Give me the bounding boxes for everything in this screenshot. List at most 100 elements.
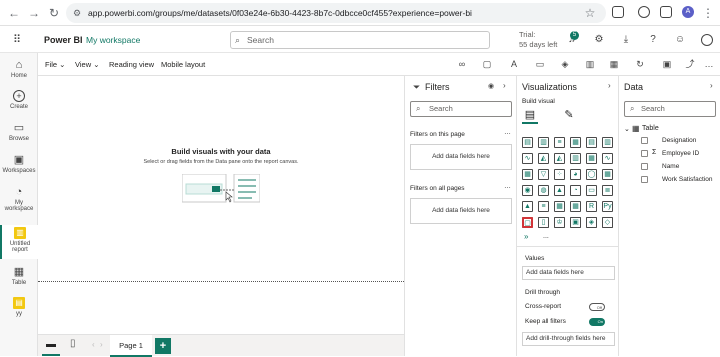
add-page-button[interactable]: + [155,338,171,354]
stacked-column-visual-icon[interactable]: ▥ [538,137,549,148]
100-column-visual-icon[interactable]: ▥ [602,137,613,148]
back-icon[interactable]: ← [6,5,22,21]
help-icon[interactable]: ? [647,34,659,46]
nav-my-workspace[interactable]: ◔ My workspace [0,186,38,212]
filters-search-input[interactable]: ⌕ Search [410,101,512,117]
pie-visual-icon[interactable]: ◕ [570,169,581,180]
matrix-visual-icon[interactable]: ▦ [570,201,581,212]
page-filters-dropzone[interactable]: Add data fields here [410,144,512,170]
r-visual-visual-icon[interactable]: R [586,201,597,212]
collapse-filters-icon[interactable]: › [503,81,506,90]
page-next-icon[interactable]: › [100,340,103,349]
azure-map-visual-icon[interactable]: ▲ [554,185,565,196]
brand-name[interactable]: Power BI [44,35,83,45]
more-options-icon[interactable]: … [703,58,715,70]
nav-browse[interactable]: ▭ Browse [0,122,38,142]
metrics-visual-icon[interactable]: ◈ [586,217,597,228]
buttons-icon[interactable]: ▭ [534,58,546,70]
view-menu[interactable]: View ⌄ [75,60,100,69]
comment-icon[interactable]: ▢ [481,58,493,70]
tab-icon[interactable] [660,6,672,18]
nav-workspaces[interactable]: ▣ Workspaces [0,154,38,174]
nav-home[interactable]: ⌂ Home [0,59,38,79]
multi-row-card-visual-icon[interactable]: ≣ [602,185,613,196]
nav-create[interactable]: + Create [0,90,38,110]
forward-icon[interactable]: → [26,5,42,21]
mobile-view-icon[interactable]: ▯ [70,338,76,349]
line-visual-icon[interactable]: ∿ [522,153,533,164]
text-box-icon[interactable]: A [508,58,520,70]
more-options-icon[interactable]: … [504,129,511,136]
table-name[interactable]: Table [642,125,659,132]
reload-icon[interactable]: ↻ [46,5,62,21]
values-dropzone[interactable]: Add data fields here [522,266,615,280]
refresh-visuals-icon[interactable]: ↻ [634,58,646,70]
table-visual-icon[interactable]: ▦ [554,201,565,212]
site-info-icon[interactable]: ⚙ [73,3,81,23]
data-search-input[interactable]: ⌕ Search [624,101,716,117]
format-visual-tab-icon[interactable]: ✎ [561,108,577,124]
page-1-tab[interactable]: Page 1 [110,335,152,357]
shapes-icon[interactable]: ◈ [559,58,571,70]
extensions-icon[interactable] [612,6,624,18]
field-name[interactable]: Work Satisfaction [662,176,712,183]
100-bar-visual-icon[interactable]: ▤ [586,137,597,148]
global-search-input[interactable]: ⌕ Search [230,31,490,49]
filter-visibility-icon[interactable]: ◉ [488,82,494,90]
build-visual-tab-icon[interactable]: ▤ [522,108,538,124]
stacked-bar-visual-icon[interactable]: ▤ [522,137,533,148]
drill-through-dropzone[interactable]: Add drill-through fields here [522,332,615,346]
binoculars-icon[interactable]: ∞ [456,58,468,70]
field-name[interactable]: Employee ID [662,150,699,157]
field-checkbox[interactable] [641,150,648,157]
browser-menu-icon[interactable]: ⋮ [700,5,716,21]
scatter-visual-icon[interactable]: ⁘ [554,169,565,180]
field-name[interactable]: Name [662,163,679,170]
area-visual-icon[interactable]: ◭ [538,153,549,164]
download-icon[interactable]: ⤓ [620,34,632,46]
clustered-bar-visual-icon[interactable]: ≡ [554,137,565,148]
save-icon[interactable]: ▣ [661,58,673,70]
workspace-link[interactable]: My workspace [86,35,140,45]
keep-all-filters-toggle[interactable]: On [589,318,605,326]
nav-yy[interactable]: ▤ yy [0,297,38,317]
settings-icon[interactable]: ⚙ [593,34,605,46]
account-icon[interactable] [701,34,713,46]
clustered-column-visual-icon[interactable]: ▦ [570,137,581,148]
filled-map-visual-icon[interactable]: ◍ [538,185,549,196]
smart-narrative-visual-icon[interactable]: ▢ [522,217,533,228]
waterfall-visual-icon[interactable]: ▦ [522,169,533,180]
more-visuals-button[interactable]: ... [543,233,549,240]
app-launcher-icon[interactable]: ⠿ [13,34,25,46]
report-canvas[interactable]: Build visuals with your data Select or d… [38,76,404,334]
profile-avatar[interactable]: A [682,6,694,18]
line-clustered-visual-icon[interactable]: ▦ [586,153,597,164]
file-menu[interactable]: File ⌄ [45,60,65,69]
funnel-visual-icon[interactable]: ▽ [538,169,549,180]
table-expand-chevron-icon[interactable]: ⌄ [624,125,630,133]
mobile-layout-button[interactable]: Mobile layout [161,60,205,69]
field-checkbox[interactable] [641,137,648,144]
bookmark-star-icon[interactable]: ☆ [582,5,598,21]
donut-visual-icon[interactable]: ◯ [586,169,597,180]
field-name[interactable]: Designation [662,137,696,144]
map-visual-icon[interactable]: ◉ [522,185,533,196]
share-report-icon[interactable]: ⤴ [684,58,696,70]
field-checkbox[interactable] [641,176,648,183]
collapse-viz-icon[interactable]: › [608,81,611,90]
share-icon[interactable]: ☺ [674,34,686,46]
copilot-icon[interactable]: ▦ [608,58,620,70]
collapse-data-icon[interactable]: › [710,81,713,90]
expand-visuals-icon[interactable]: » [524,232,528,241]
line-column-visual-icon[interactable]: ▥ [570,153,581,164]
diamond-visual-icon[interactable]: ◇ [602,217,613,228]
nav-table[interactable]: ▦ Table [0,266,38,286]
reading-view-button[interactable]: Reading view [109,60,154,69]
stacked-area-visual-icon[interactable]: ◭ [554,153,565,164]
treemap-visual-icon[interactable]: ▦ [602,169,613,180]
paginated-report-visual-icon[interactable]: ▯ [538,217,549,228]
more-options-icon[interactable]: … [504,183,511,190]
nav-untitled-report[interactable]: ▥ Untitled report [0,225,38,259]
field-checkbox[interactable] [641,163,648,170]
python-visual-visual-icon[interactable]: Py [602,201,613,212]
